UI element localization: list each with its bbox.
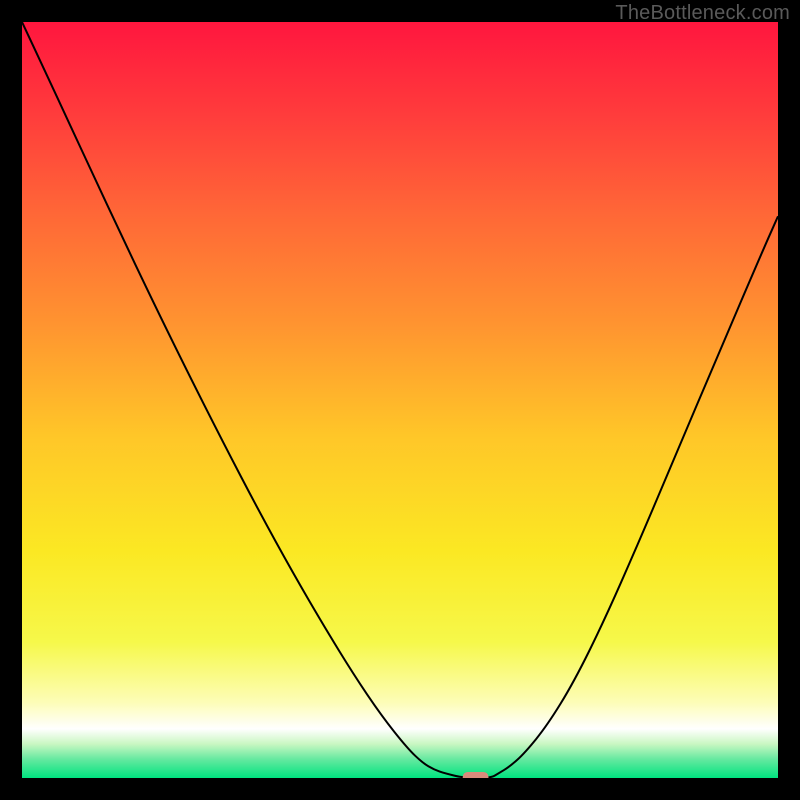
min-marker <box>463 772 489 778</box>
plot-area <box>22 22 778 778</box>
bottleneck-chart <box>22 22 778 778</box>
gradient-background <box>22 22 778 778</box>
watermark: TheBottleneck.com <box>615 2 790 25</box>
chart-frame: TheBottleneck.com <box>0 0 800 800</box>
